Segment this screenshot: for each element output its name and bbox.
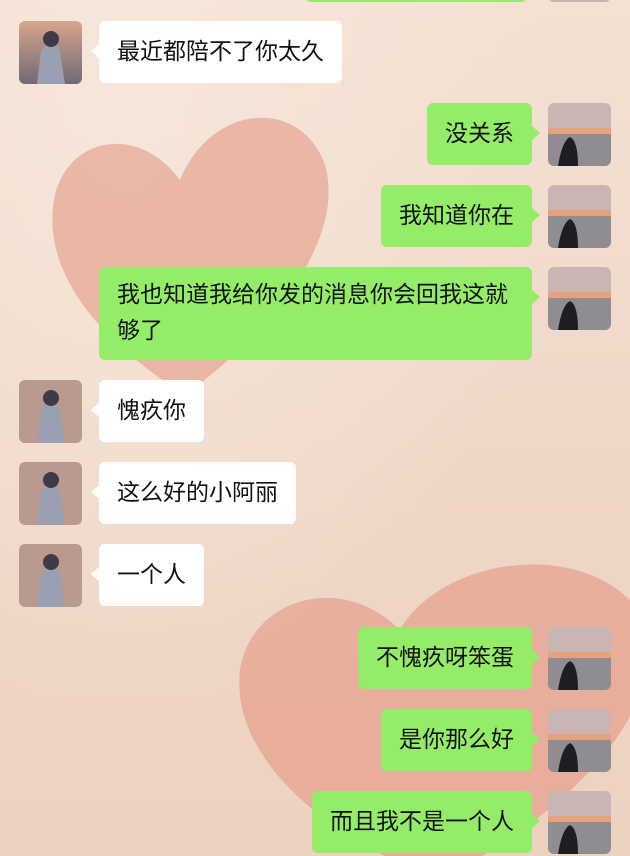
- message-text: 一个人: [117, 562, 186, 588]
- avatar[interactable]: [19, 21, 82, 84]
- avatar[interactable]: [19, 462, 82, 525]
- message-text: 而且我不是一个人: [330, 809, 514, 835]
- message-text: 我知道你在: [399, 203, 514, 229]
- message-bubble[interactable]: 不愧疚呀笨蛋: [358, 627, 540, 689]
- message-bubble[interactable]: 我知道你在: [381, 185, 540, 247]
- partial-avatar: [548, 0, 611, 2]
- avatar[interactable]: [548, 627, 611, 690]
- message-text: 没关系: [445, 121, 514, 147]
- message-text: 是你那么好: [399, 727, 514, 753]
- message-bubble[interactable]: 这么好的小阿丽: [91, 462, 296, 524]
- avatar[interactable]: [548, 709, 611, 772]
- message-text: 我也知道我给你发的消息你会回我这就够了: [117, 282, 508, 344]
- message-bubble[interactable]: 最近都陪不了你太久: [91, 21, 342, 83]
- message-bubble[interactable]: 一个人: [91, 544, 204, 606]
- avatar[interactable]: [19, 544, 82, 607]
- message-bubble[interactable]: 没关系: [427, 103, 540, 165]
- avatar[interactable]: [548, 103, 611, 166]
- chat-message-list[interactable]: 最近都陪不了你太久 没关系 我知道你在 我也知道我给你发的消息你会回我这就够了: [0, 0, 630, 856]
- message-bubble[interactable]: 我也知道我给你发的消息你会回我这就够了: [99, 267, 540, 360]
- message-bubble[interactable]: 是你那么好: [381, 709, 540, 771]
- message-bubble[interactable]: 愧疚你: [91, 380, 204, 442]
- avatar[interactable]: [548, 267, 611, 330]
- message-text: 愧疚你: [117, 398, 186, 424]
- message-text: 最近都陪不了你太久: [117, 39, 324, 65]
- avatar[interactable]: [19, 380, 82, 443]
- message-bubble[interactable]: 而且我不是一个人: [312, 791, 540, 853]
- partial-message-bubble: [305, 0, 527, 2]
- avatar[interactable]: [548, 791, 611, 854]
- message-text: 这么好的小阿丽: [117, 480, 278, 506]
- message-text: 不愧疚呀笨蛋: [376, 645, 514, 671]
- avatar[interactable]: [548, 185, 611, 248]
